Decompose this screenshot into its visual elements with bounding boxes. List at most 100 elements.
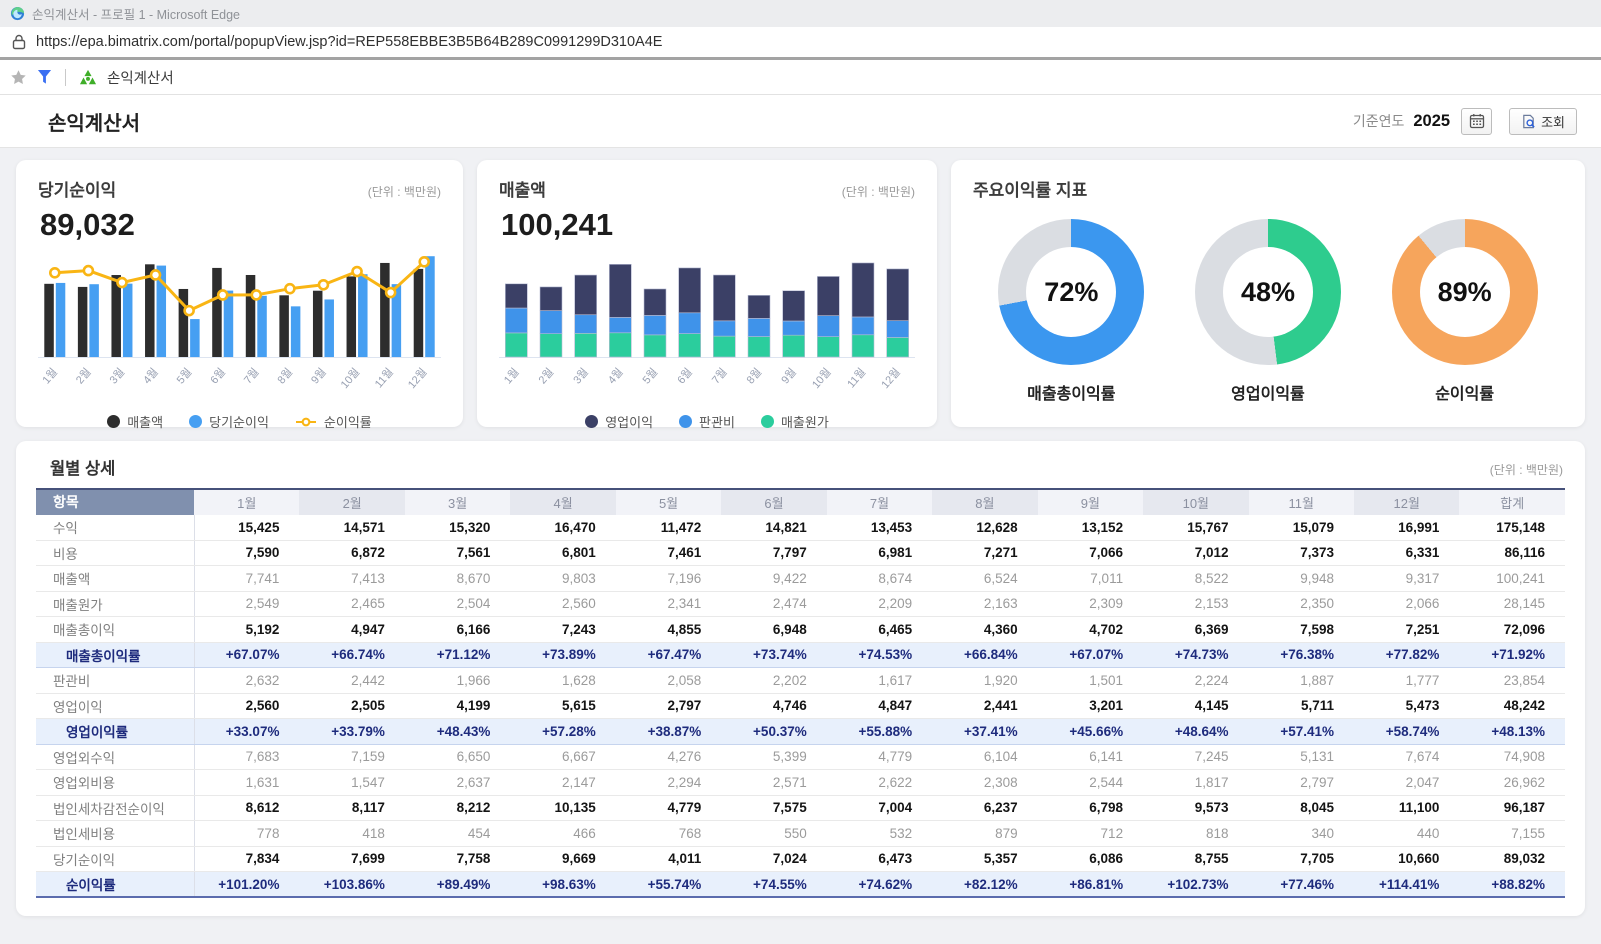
table-cell: 7,159 bbox=[299, 744, 404, 770]
x-axis-label: 5월 bbox=[640, 366, 660, 387]
x-axis-label: 8월 bbox=[744, 366, 764, 387]
table-cell: +55.88% bbox=[827, 719, 932, 745]
column-header: 5월 bbox=[616, 489, 721, 515]
revenue-legend: 영업이익판관비매출원가 bbox=[499, 412, 915, 431]
table-cell: 7,834 bbox=[194, 846, 299, 872]
table-cell: 7,561 bbox=[405, 540, 510, 566]
table-cell: 2,202 bbox=[721, 668, 826, 694]
table-cell: 2,632 bbox=[194, 668, 299, 694]
table-cell: +103.86% bbox=[299, 872, 404, 898]
table-cell: 2,622 bbox=[827, 770, 932, 796]
table-cell: 6,473 bbox=[827, 846, 932, 872]
table-cell: 8,755 bbox=[1143, 846, 1248, 872]
table-cell: 74,908 bbox=[1459, 744, 1565, 770]
table-cell: 5,615 bbox=[510, 693, 615, 719]
table-cell: +37.41% bbox=[932, 719, 1037, 745]
table-row: 판관비2,6322,4421,9661,6282,0582,2021,6171,… bbox=[36, 668, 1565, 694]
table-cell: 9,317 bbox=[1354, 566, 1459, 592]
search-button-label: 조회 bbox=[1541, 112, 1565, 131]
bimatrix-logo-icon[interactable] bbox=[79, 69, 97, 86]
table-cell: 2,308 bbox=[932, 770, 1037, 796]
table-cell: +45.66% bbox=[1038, 719, 1143, 745]
x-axis-label: 11월 bbox=[372, 366, 396, 391]
table-cell: +73.74% bbox=[721, 642, 826, 668]
table-cell: 2,560 bbox=[194, 693, 299, 719]
table-cell: 9,948 bbox=[1249, 566, 1354, 592]
table-cell: 9,573 bbox=[1143, 795, 1248, 821]
table-cell: 2,571 bbox=[721, 770, 826, 796]
column-header: 12월 bbox=[1354, 489, 1459, 515]
table-cell: 10,660 bbox=[1354, 846, 1459, 872]
table-cell: 11,100 bbox=[1354, 795, 1459, 821]
donut-label: 순이익률 bbox=[1435, 380, 1494, 404]
base-year-value[interactable]: 2025 bbox=[1413, 112, 1450, 131]
table-cell: 15,767 bbox=[1143, 515, 1248, 541]
table-cell: 26,962 bbox=[1459, 770, 1565, 796]
table-cell: 16,470 bbox=[510, 515, 615, 541]
address-bar[interactable]: https://epa.bimatrix.com/portal/popupVie… bbox=[0, 27, 1601, 60]
row-label: 법인세차감전순이익 bbox=[36, 795, 194, 821]
table-cell: 2,465 bbox=[299, 591, 404, 617]
table-cell: 6,465 bbox=[827, 617, 932, 643]
table-row: 순이익률+101.20%+103.86%+89.49%+98.63%+55.74… bbox=[36, 872, 1565, 898]
star-icon[interactable] bbox=[10, 69, 27, 86]
x-axis-label: 10월 bbox=[338, 366, 362, 391]
table-cell: 1,501 bbox=[1038, 668, 1143, 694]
column-header-item: 항목 bbox=[36, 489, 194, 515]
table-cell: 1,887 bbox=[1249, 668, 1354, 694]
browser-titlebar: 손익계산서 - 프로필 1 - Microsoft Edge bbox=[0, 0, 1601, 27]
column-header: 합계 bbox=[1459, 489, 1565, 515]
table-cell: 9,669 bbox=[510, 846, 615, 872]
column-header: 1월 bbox=[194, 489, 299, 515]
table-cell: +33.07% bbox=[194, 719, 299, 745]
net-income-title: 당기순이익 bbox=[38, 176, 116, 201]
table-cell: +71.12% bbox=[405, 642, 510, 668]
table-cell: 1,920 bbox=[932, 668, 1037, 694]
donut-item: 48% 영업이익률 bbox=[1195, 219, 1341, 404]
table-cell: 4,847 bbox=[827, 693, 932, 719]
filter-icon[interactable] bbox=[37, 69, 52, 85]
table-cell: 7,797 bbox=[721, 540, 826, 566]
column-header: 6월 bbox=[721, 489, 826, 515]
table-cell: 2,147 bbox=[510, 770, 615, 796]
table-cell: +77.82% bbox=[1354, 642, 1459, 668]
table-cell: 15,079 bbox=[1249, 515, 1354, 541]
table-cell: 4,746 bbox=[721, 693, 826, 719]
x-axis-label: 5월 bbox=[174, 366, 194, 387]
table-cell: +74.62% bbox=[827, 872, 932, 898]
net-income-chart: 1월2월3월4월5월6월7월8월9월10월11월12월 bbox=[38, 245, 441, 405]
table-cell: 2,797 bbox=[616, 693, 721, 719]
table-cell: +82.12% bbox=[932, 872, 1037, 898]
table-cell: 818 bbox=[1143, 821, 1248, 847]
table-cell: 7,004 bbox=[827, 795, 932, 821]
table-cell: 6,981 bbox=[827, 540, 932, 566]
table-cell: 6,948 bbox=[721, 617, 826, 643]
url-text[interactable]: https://epa.bimatrix.com/portal/popupVie… bbox=[36, 34, 662, 50]
table-cell: 15,320 bbox=[405, 515, 510, 541]
row-label: 매출액 bbox=[36, 566, 194, 592]
x-axis-label: 4월 bbox=[605, 366, 625, 387]
table-cell: +74.55% bbox=[721, 872, 826, 898]
donut-label: 영업이익률 bbox=[1231, 380, 1305, 404]
table-cell: 1,547 bbox=[299, 770, 404, 796]
x-axis-label: 8월 bbox=[275, 366, 295, 387]
calendar-button[interactable] bbox=[1461, 108, 1492, 135]
bookmark-label[interactable]: 손익계산서 bbox=[107, 67, 174, 88]
table-cell: +57.28% bbox=[510, 719, 615, 745]
x-axis-label: 2월 bbox=[73, 366, 93, 387]
legend-item: 당기순이익 bbox=[189, 412, 269, 431]
donut-item: 89% 순이익률 bbox=[1392, 219, 1538, 404]
table-cell: 778 bbox=[194, 821, 299, 847]
table-row: 매출총이익5,1924,9476,1667,2434,8556,9486,465… bbox=[36, 617, 1565, 643]
row-label: 매출총이익 bbox=[36, 617, 194, 643]
search-button[interactable]: 조회 bbox=[1509, 108, 1577, 135]
table-cell: 7,758 bbox=[405, 846, 510, 872]
table-cell: 6,086 bbox=[1038, 846, 1143, 872]
table-row: 당기순이익7,8347,6997,7589,6694,0117,0246,473… bbox=[36, 846, 1565, 872]
table-cell: 8,522 bbox=[1143, 566, 1248, 592]
x-axis-label: 3월 bbox=[107, 366, 127, 387]
table-cell: 14,821 bbox=[721, 515, 826, 541]
table-cell: 6,524 bbox=[932, 566, 1037, 592]
table-cell: 454 bbox=[405, 821, 510, 847]
table-cell: 2,341 bbox=[616, 591, 721, 617]
